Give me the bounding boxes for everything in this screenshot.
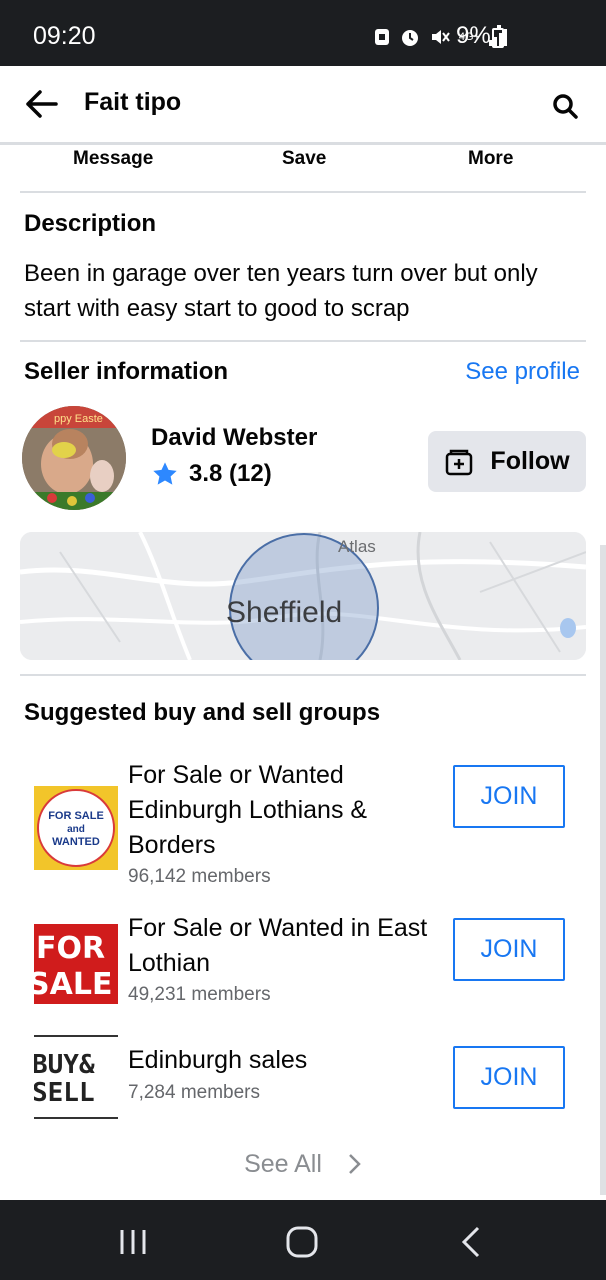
description-heading: Description: [24, 210, 157, 237]
see-all-button[interactable]: See All: [0, 1146, 606, 1182]
group-name: Edinburgh sales: [128, 1046, 308, 1074]
location-map[interactable]: Sheffield Atlas: [20, 532, 586, 660]
seller-name[interactable]: David Webster: [151, 424, 317, 452]
mute-icon: [431, 30, 450, 44]
alarm-icon: [401, 30, 418, 46]
see-profile-link[interactable]: See profile: [465, 358, 580, 386]
see-all-label: See All: [244, 1149, 322, 1178]
status-time: 09:20: [33, 22, 96, 50]
groups-heading: Suggested buy and sell groups: [24, 699, 381, 726]
follow-icon: [446, 449, 473, 475]
chevron-right-icon: [349, 1154, 361, 1174]
message-button[interactable]: Message: [73, 148, 153, 170]
battery-icon: [492, 25, 504, 48]
star-icon: [153, 462, 177, 485]
listing-actions: Message Save More: [0, 146, 606, 190]
avatar[interactable]: ppy Easte: [22, 406, 126, 510]
scrollbar[interactable]: [600, 545, 606, 1195]
back-nav-icon[interactable]: [460, 1226, 482, 1258]
svg-text:WANTED: WANTED: [52, 836, 100, 848]
group-members: 7,284 members: [128, 1082, 261, 1103]
notification-icon: [374, 29, 389, 45]
status-bar: 09:20 4G+ 9%: [0, 0, 606, 66]
group-name: For Sale or Wanted Edinburgh Lothians & …: [128, 761, 368, 859]
svg-text:FOR SALE: FOR SALE: [48, 810, 104, 822]
group-name: For Sale or Wanted in East Lothian: [128, 914, 428, 977]
join-button[interactable]: JOIN: [453, 765, 565, 828]
join-button[interactable]: JOIN: [453, 918, 565, 981]
seller-rating: 3.8 (12): [151, 460, 272, 488]
follow-button[interactable]: Follow: [428, 431, 586, 492]
svg-text:and: and: [67, 824, 85, 835]
group-thumbnail: BUY& SELL: [34, 1035, 118, 1119]
rating-value: 3.8 (12): [189, 460, 272, 487]
home-icon[interactable]: [286, 1226, 318, 1258]
app-bar: Fait tipo: [0, 66, 606, 145]
avatar-caption: ppy Easte: [54, 413, 103, 425]
search-icon[interactable]: [551, 92, 579, 120]
group-thumbnail: FOR SALE: [34, 920, 118, 1004]
svg-text:SALE: SALE: [34, 967, 112, 1002]
follow-label: Follow: [490, 447, 570, 475]
group-members: 96,142 members: [128, 866, 271, 887]
svg-text:SELL: SELL: [34, 1078, 95, 1108]
save-button[interactable]: Save: [282, 148, 326, 170]
group-members: 49,231 members: [128, 984, 271, 1005]
more-button[interactable]: More: [468, 148, 513, 170]
map-city-label: Sheffield: [226, 596, 342, 629]
join-button[interactable]: JOIN: [453, 1046, 565, 1109]
divider: [20, 674, 586, 676]
battery-level: 9%: [456, 22, 491, 49]
divider: [20, 340, 586, 342]
map-place-label: Atlas: [338, 537, 376, 556]
description-text: Been in garage over ten years turn over …: [24, 260, 538, 322]
system-nav-bar: [0, 1200, 606, 1280]
page-title: Fait tipo: [84, 88, 182, 116]
svg-text:FOR: FOR: [36, 931, 105, 966]
arrow-left-icon[interactable]: [22, 86, 62, 122]
seller-heading: Seller information: [24, 358, 229, 385]
divider: [20, 191, 586, 193]
group-thumbnail: FOR SALE and WANTED: [34, 786, 118, 870]
svg-text:BUY&: BUY&: [34, 1050, 95, 1080]
recent-apps-icon[interactable]: [118, 1228, 148, 1256]
